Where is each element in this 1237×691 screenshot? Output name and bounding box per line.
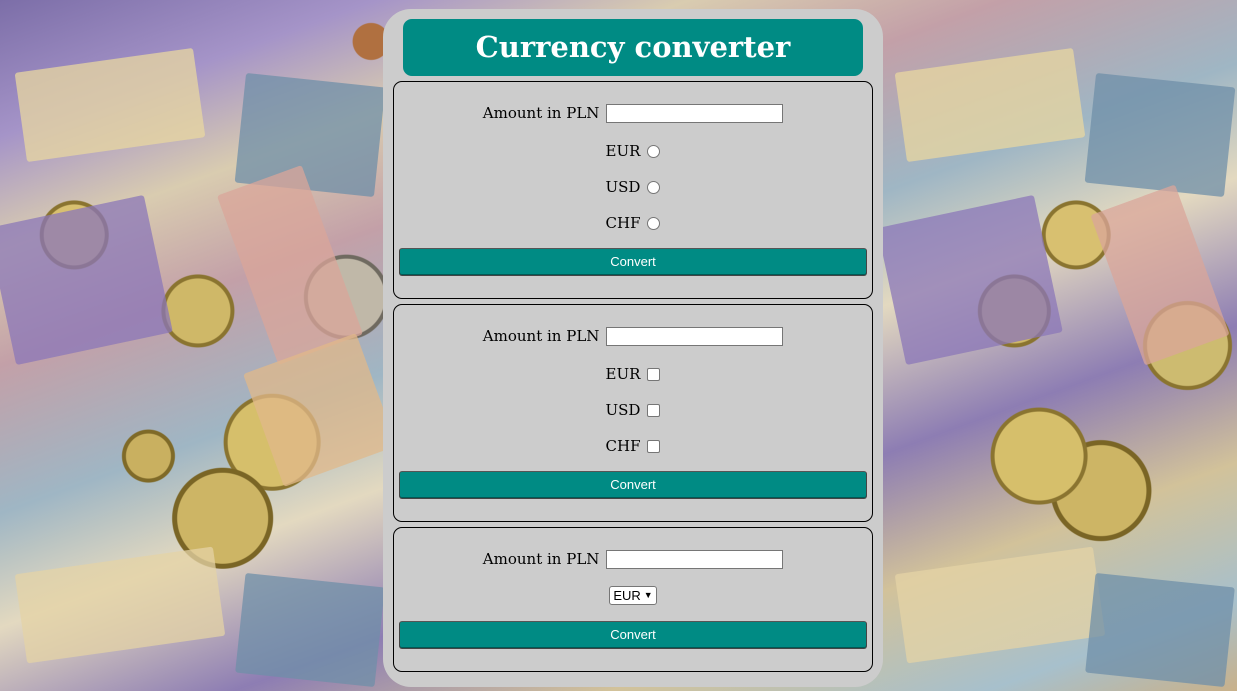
currency-select-value: EUR	[613, 587, 641, 603]
select-converter-form: Amount in PLN EUR ▼ Convert	[393, 527, 873, 672]
checkbox-row-eur[interactable]: EUR	[394, 364, 872, 383]
radio-converter-form: Amount in PLN EUR USD CHF Convert	[393, 81, 873, 299]
radio-eur[interactable]	[647, 144, 661, 158]
convert-button[interactable]: Convert	[399, 621, 867, 649]
amount-input[interactable]	[606, 326, 784, 346]
amount-label: Amount in PLN	[482, 327, 600, 345]
amount-input[interactable]	[606, 103, 784, 123]
radio-usd[interactable]	[647, 180, 661, 194]
checkbox-converter-form: Amount in PLN EUR USD CHF Convert	[393, 304, 873, 522]
page-title: Currency converter	[403, 19, 863, 76]
checkbox-label-eur: EUR	[605, 365, 641, 383]
radio-row-usd[interactable]: USD	[394, 177, 872, 196]
radio-row-chf[interactable]: CHF	[394, 213, 872, 232]
radio-chf[interactable]	[647, 216, 661, 230]
checkbox-usd[interactable]	[647, 403, 661, 417]
checkbox-label-chf: CHF	[605, 437, 641, 455]
radio-label-usd: USD	[605, 178, 641, 196]
convert-button[interactable]: Convert	[399, 471, 867, 499]
amount-label: Amount in PLN	[482, 104, 600, 122]
checkbox-chf[interactable]	[647, 439, 661, 453]
amount-label: Amount in PLN	[482, 550, 600, 568]
currency-select-row: EUR ▼	[394, 585, 872, 605]
checkbox-row-chf[interactable]: CHF	[394, 436, 872, 455]
radio-label-eur: EUR	[605, 142, 641, 160]
amount-row: Amount in PLN	[394, 103, 872, 123]
radio-row-eur[interactable]: EUR	[394, 141, 872, 160]
checkbox-eur[interactable]	[647, 367, 661, 381]
currency-select[interactable]: EUR ▼	[609, 585, 657, 605]
radio-label-chf: CHF	[605, 214, 641, 232]
checkbox-label-usd: USD	[605, 401, 641, 419]
amount-row: Amount in PLN	[394, 326, 872, 346]
amount-input[interactable]	[606, 549, 784, 569]
checkbox-row-usd[interactable]: USD	[394, 400, 872, 419]
amount-row: Amount in PLN	[394, 549, 872, 569]
convert-button[interactable]: Convert	[399, 248, 867, 276]
chevron-down-icon: ▼	[643, 589, 653, 600]
